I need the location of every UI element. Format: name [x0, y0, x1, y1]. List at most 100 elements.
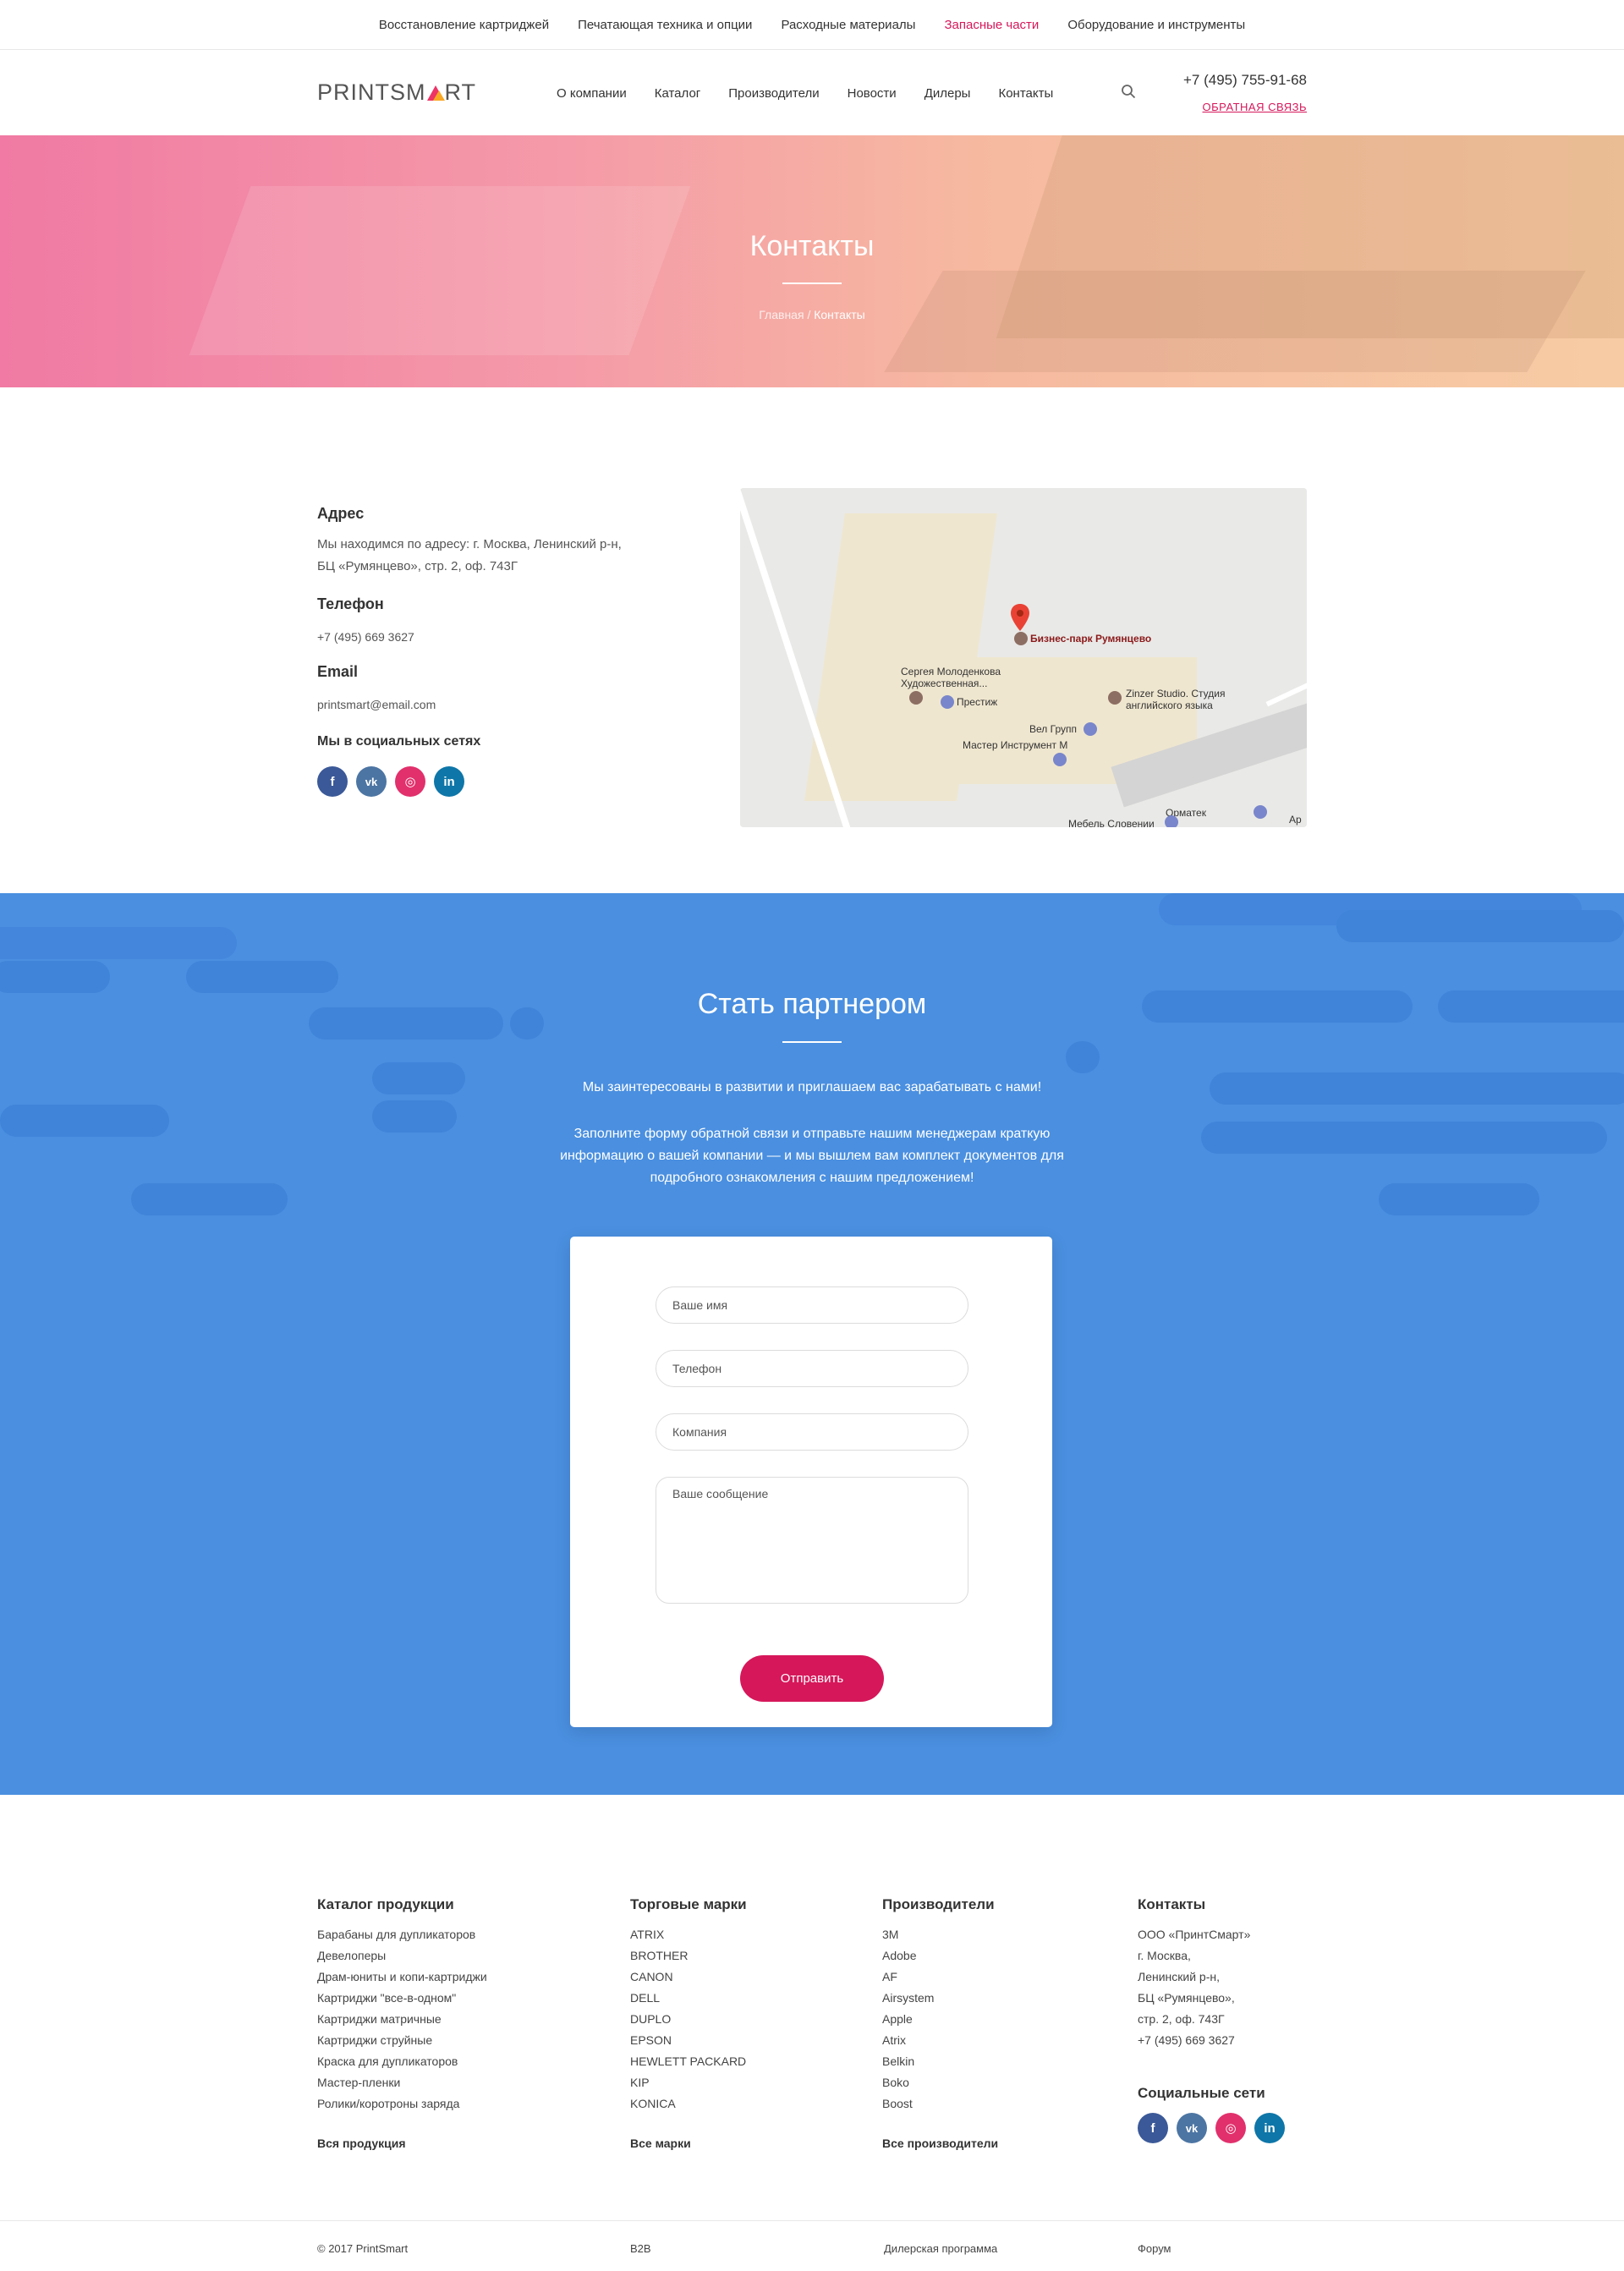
all-makers-link[interactable]: Все производители	[882, 2137, 998, 2150]
dealer-program-link[interactable]: Дилерская программа	[884, 2242, 997, 2255]
footer-link[interactable]: Картриджи "все-в-одном"	[317, 1988, 487, 2009]
footer-link[interactable]: Драм-юниты и копи-картриджи	[317, 1967, 487, 1988]
footer-link[interactable]: BROTHER	[630, 1945, 747, 1967]
footer-link[interactable]: CANON	[630, 1967, 747, 1988]
footer-social-title: Социальные сети	[1138, 2085, 1265, 2101]
footer-link[interactable]: Картриджи матричные	[317, 2009, 487, 2030]
footer-link[interactable]: DUPLO	[630, 2009, 747, 2030]
footer-link[interactable]: 3M	[882, 1924, 998, 1945]
footer-link[interactable]: Девелоперы	[317, 1945, 487, 1967]
footer-phone[interactable]: +7 (495) 669 3627	[1138, 2030, 1285, 2051]
nav-manufacturers[interactable]: Производители	[728, 86, 819, 101]
bg-blob	[0, 927, 237, 959]
email-heading: Email	[317, 663, 359, 680]
footer-link[interactable]: Adobe	[882, 1945, 998, 1967]
search-icon[interactable]	[1121, 84, 1136, 99]
instagram-icon[interactable]: ◎	[1215, 2113, 1246, 2143]
footer-link[interactable]: Boko	[882, 2072, 998, 2093]
map-label-zinzer-2: английского языка	[1126, 699, 1213, 711]
map-label-biz: Бизнес-парк Румянцево	[1030, 633, 1152, 645]
map-label-master: Мастер Инструмент М	[963, 739, 1068, 751]
nav-catalog[interactable]: Каталог	[655, 86, 701, 101]
footer-link[interactable]: EPSON	[630, 2030, 747, 2051]
footer-link[interactable]: KONICA	[630, 2093, 747, 2115]
hero-printer-shape	[189, 186, 691, 355]
map-poi-vel-icon	[1084, 722, 1097, 736]
contact-phone[interactable]: +7 (495) 669 3627	[317, 626, 414, 648]
topbar-link-tools[interactable]: Оборудование и инструменты	[1067, 18, 1245, 32]
footer-link[interactable]: ATRIX	[630, 1924, 747, 1945]
address-line-2: БЦ «Румянцево», стр. 2, оф. 743Г	[317, 559, 518, 573]
logo-text-start: PRINTSM	[317, 80, 426, 105]
footer-brands-title: Торговые марки	[630, 1896, 747, 1912]
feedback-link[interactable]: Обратная связь	[1203, 101, 1308, 113]
footer-address-line: БЦ «Румянцево»,	[1138, 1991, 1235, 2005]
message-textarea[interactable]: Ваше сообщение	[656, 1477, 968, 1604]
partner-underline	[782, 1041, 842, 1043]
footer-link[interactable]: Belkin	[882, 2051, 998, 2072]
hero-banner: Контакты Главная / Контакты	[0, 135, 1624, 387]
map-poi-mebel-icon	[1165, 815, 1178, 827]
footer-catalog-title: Каталог продукции	[317, 1896, 454, 1912]
footer-link[interactable]: Boost	[882, 2093, 998, 2115]
topbar-link-printing-equipment[interactable]: Печатающая техника и опции	[578, 18, 752, 32]
nav-dealers[interactable]: Дилеры	[924, 86, 971, 101]
facebook-icon[interactable]: f	[317, 766, 348, 797]
all-brands-link[interactable]: Все марки	[630, 2137, 747, 2150]
vk-icon[interactable]: vk	[1177, 2113, 1207, 2143]
footer-bottom-bar: © 2017 PrintSmart B2B Дилерская программ…	[0, 2220, 1624, 2271]
company-input[interactable]: Компания	[656, 1413, 968, 1451]
footer-link[interactable]: Мастер-пленки	[317, 2072, 487, 2093]
breadcrumb-home[interactable]: Главная	[759, 308, 804, 321]
phone-input[interactable]: Телефон	[656, 1350, 968, 1387]
bg-blob	[1336, 910, 1624, 942]
footer-social-links: f vk ◎ in	[1138, 2113, 1285, 2143]
title-underline	[782, 283, 842, 284]
b2b-link[interactable]: B2B	[630, 2242, 651, 2255]
map-pin-icon[interactable]	[1011, 604, 1029, 631]
linkedin-icon[interactable]: in	[434, 766, 464, 797]
printsmart-logo[interactable]: PRINTSM RT	[317, 80, 476, 106]
location-map[interactable]: Бизнес-парк Румянцево Сергея Молоденкова…	[740, 488, 1307, 827]
vk-icon[interactable]: vk	[356, 766, 387, 797]
facebook-icon[interactable]: f	[1138, 2113, 1168, 2143]
footer-link[interactable]: KIP	[630, 2072, 747, 2093]
footer-link[interactable]: Apple	[882, 2009, 998, 2030]
forum-link[interactable]: Форум	[1138, 2242, 1171, 2255]
topbar-link-consumables[interactable]: Расходные материалы	[781, 18, 915, 32]
map-poi-ormatek-icon	[1254, 805, 1267, 819]
site-header: PRINTSM RT О компании Каталог Производите…	[0, 50, 1624, 135]
phone-heading: Телефон	[317, 595, 384, 612]
footer-link[interactable]: HEWLETT PACKARD	[630, 2051, 747, 2072]
footer-link[interactable]: Atrix	[882, 2030, 998, 2051]
footer-link[interactable]: Краска для дупликаторов	[317, 2051, 487, 2072]
footer-link[interactable]: AF	[882, 1967, 998, 1988]
topbar-link-spare-parts[interactable]: Запасные части	[944, 18, 1039, 32]
footer-link[interactable]: Airsystem	[882, 1988, 998, 2009]
footer-link[interactable]: Ролики/коротроны заряда	[317, 2093, 487, 2115]
bg-blob	[131, 1183, 288, 1215]
submit-button[interactable]: Отправить	[740, 1655, 884, 1702]
social-links: f vk ◎ in	[317, 766, 464, 797]
footer-makers: Производители 3M Adobe AF Airsystem Appl…	[882, 1896, 998, 2150]
logo-triangle-icon	[426, 85, 445, 101]
header-phone[interactable]: +7 (495) 755-91-68	[1183, 72, 1307, 89]
map-label-sergey-1: Сергея Молоденкова	[901, 666, 1001, 677]
footer-link[interactable]: Картриджи струйные	[317, 2030, 487, 2051]
partner-description: Заполните форму обратной связи и отправь…	[560, 1127, 1064, 1185]
bg-blob	[0, 1105, 169, 1137]
nav-contacts[interactable]: Контакты	[998, 86, 1053, 101]
instagram-icon[interactable]: ◎	[395, 766, 425, 797]
site-footer: Каталог продукции Барабаны для дупликато…	[0, 1795, 1624, 2208]
map-label-prestige: Престиж	[957, 696, 998, 708]
map-label-zinzer-1: Zinzer Studio. Студия	[1126, 688, 1226, 699]
nav-news[interactable]: Новости	[848, 86, 897, 101]
topbar-link-cartridge-restore[interactable]: Восстановление картриджей	[379, 18, 549, 32]
all-products-link[interactable]: Вся продукция	[317, 2137, 487, 2150]
contact-email[interactable]: printsmart@email.com	[317, 694, 436, 716]
nav-about[interactable]: О компании	[557, 86, 627, 101]
footer-link[interactable]: DELL	[630, 1988, 747, 2009]
linkedin-icon[interactable]: in	[1254, 2113, 1285, 2143]
footer-link[interactable]: Барабаны для дупликаторов	[317, 1924, 487, 1945]
name-input[interactable]: Ваше имя	[656, 1286, 968, 1324]
